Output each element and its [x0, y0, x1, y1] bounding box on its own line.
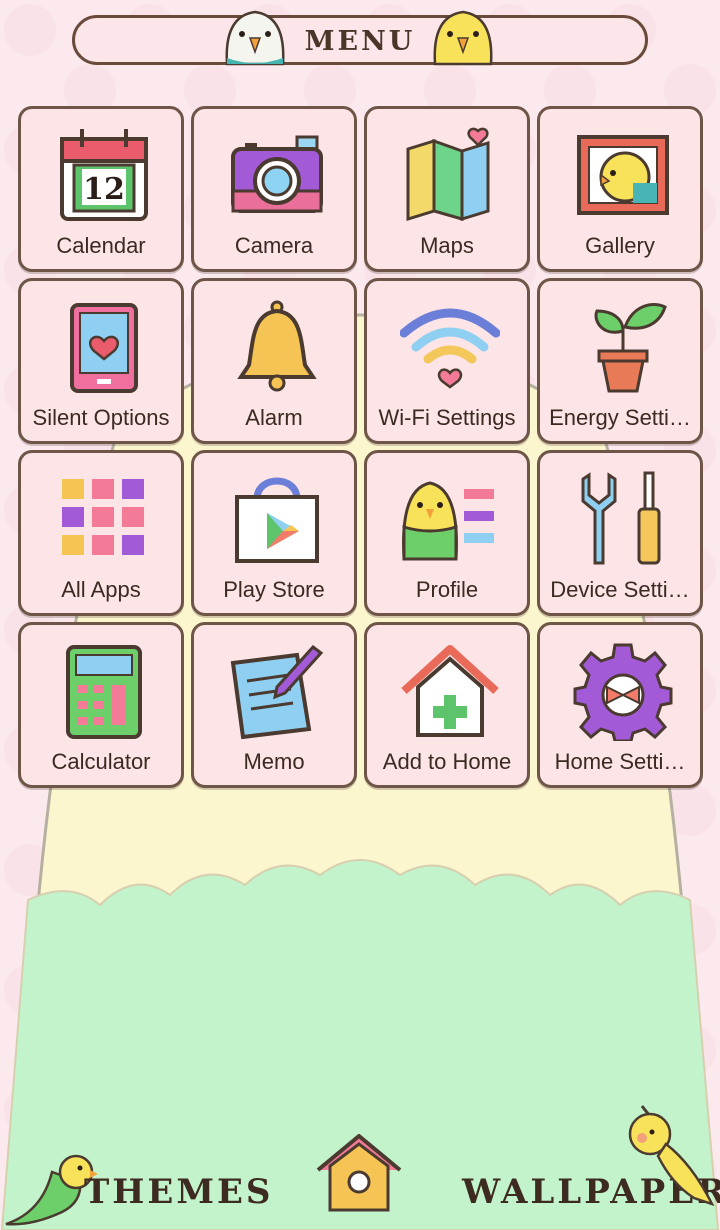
tile-label: Camera: [234, 233, 314, 258]
wifi-icon: [400, 308, 500, 389]
store-bag-icon: [235, 477, 319, 563]
calculator-icon: [66, 645, 142, 739]
tile-alarm[interactable]: Alarm: [191, 278, 357, 444]
tile-label: Profile: [415, 577, 479, 602]
tile-energy-settings[interactable]: Energy Setti…: [537, 278, 703, 444]
calendar-day: 12: [83, 172, 125, 207]
tile-memo[interactable]: Memo: [191, 622, 357, 788]
budgie-profile-icon: [402, 481, 494, 561]
tile-label: Home Setti…: [554, 749, 686, 774]
tile-label: Maps: [420, 233, 474, 258]
calendar-icon: 12: [60, 129, 148, 221]
tile-label: Add to Home: [382, 749, 512, 774]
bell-icon: [237, 300, 317, 392]
menu-title: MENU: [304, 25, 416, 57]
themes-link[interactable]: THEMES: [84, 1172, 273, 1212]
tile-label: Device Setti…: [550, 577, 690, 602]
birdhouse-home-icon[interactable]: [316, 1130, 402, 1214]
tile-home-settings[interactable]: Home Setti…: [537, 622, 703, 788]
tile-label: Calendar: [56, 233, 146, 258]
white-budgie-head-icon: [225, 10, 285, 66]
yellow-budgie-head-icon: [433, 10, 493, 66]
cockatiel-icon: [628, 1105, 715, 1207]
app-grid: 12 Calendar Camera Maps Gallery Silent O…: [18, 106, 704, 790]
house-plus-icon: [401, 645, 499, 737]
tablet-heart-icon: [70, 303, 138, 393]
tile-label: All Apps: [61, 577, 141, 602]
tile-play-store[interactable]: Play Store: [191, 450, 357, 616]
tile-maps[interactable]: Maps: [364, 106, 530, 272]
tile-label: Wi-Fi Settings: [378, 405, 516, 430]
memo-icon: [230, 644, 324, 740]
tile-device-settings[interactable]: Device Setti…: [537, 450, 703, 616]
tile-calculator[interactable]: Calculator: [18, 622, 184, 788]
tile-label: Calculator: [51, 749, 151, 774]
tile-gallery[interactable]: Gallery: [537, 106, 703, 272]
tile-silent-options[interactable]: Silent Options: [18, 278, 184, 444]
tools-icon: [581, 471, 661, 565]
camera-icon: [231, 135, 323, 213]
tile-label: Silent Options: [32, 405, 170, 430]
map-icon: [406, 127, 490, 222]
tile-profile[interactable]: Profile: [364, 450, 530, 616]
tile-calendar[interactable]: 12 Calendar: [18, 106, 184, 272]
tile-label: Play Store: [223, 577, 325, 602]
menu-header: MENU: [72, 15, 648, 65]
tile-label: Alarm: [245, 405, 303, 430]
plant-icon: [594, 303, 667, 393]
gallery-icon: [577, 135, 669, 215]
tile-all-apps[interactable]: All Apps: [18, 450, 184, 616]
tile-label: Energy Setti…: [549, 405, 691, 430]
tile-label: Gallery: [585, 233, 655, 258]
tile-add-to-home[interactable]: Add to Home: [364, 622, 530, 788]
tile-label: Memo: [243, 749, 305, 774]
tile-camera[interactable]: Camera: [191, 106, 357, 272]
grid-icon: [62, 479, 144, 555]
tile-wifi-settings[interactable]: Wi-Fi Settings: [364, 278, 530, 444]
gear-bow-icon: [573, 643, 673, 741]
